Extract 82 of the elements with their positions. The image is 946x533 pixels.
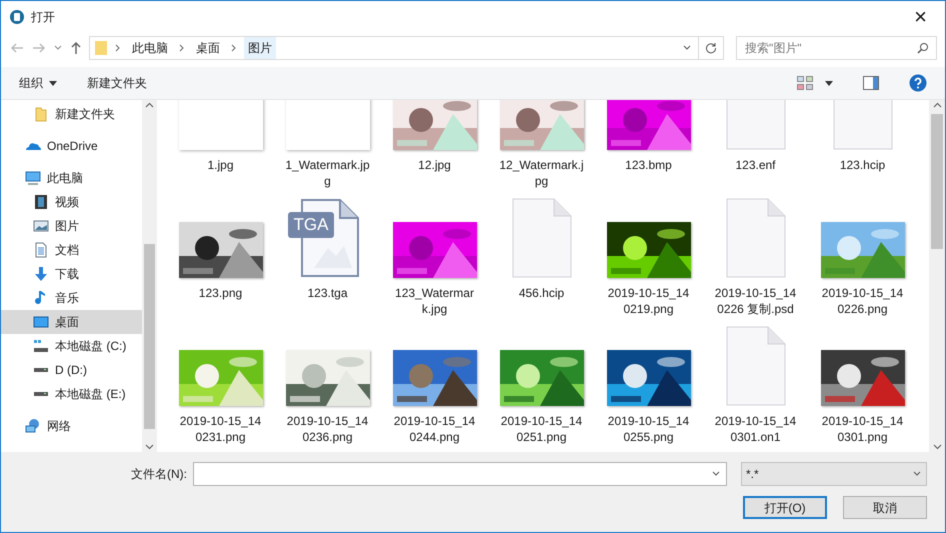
file-name[interactable]: 1_Watermark.jpg bbox=[284, 157, 370, 189]
drive-icon bbox=[33, 391, 49, 397]
scrollbar[interactable] bbox=[142, 100, 157, 452]
sidebar-item[interactable]: 音乐 bbox=[1, 286, 142, 310]
file-name[interactable]: 123_Watermark.jpg bbox=[392, 285, 478, 317]
app-icon bbox=[9, 9, 25, 25]
file-name[interactable]: 2019-10-15_140244.png bbox=[392, 413, 478, 445]
sidebar-item[interactable]: 桌面 bbox=[1, 310, 142, 334]
cancel-button[interactable]: 取消 bbox=[843, 496, 927, 519]
down-arrow-icon bbox=[33, 266, 49, 282]
chevron-right-icon bbox=[114, 44, 122, 52]
file-name[interactable]: 2019-10-15_140226 复制.psd bbox=[712, 285, 798, 317]
search-field[interactable]: 搜索"图片" bbox=[736, 36, 937, 60]
help-icon[interactable] bbox=[909, 74, 927, 92]
sidebar-item[interactable]: 文档 bbox=[1, 238, 142, 262]
file-name[interactable]: 12.jpg bbox=[392, 157, 478, 173]
sidebar-item[interactable]: 本地磁盘 (E:) bbox=[1, 382, 142, 406]
view-options-icon[interactable] bbox=[797, 76, 813, 90]
document-icon bbox=[512, 198, 572, 278]
file-name[interactable]: 2019-10-15_140219.png bbox=[606, 285, 692, 317]
desktop-icon bbox=[33, 314, 49, 330]
file-name[interactable]: 123.png bbox=[178, 285, 264, 301]
sidebar-item[interactable]: 视频 bbox=[1, 190, 142, 214]
filename-field[interactable] bbox=[193, 462, 727, 486]
document-icon bbox=[33, 242, 49, 258]
sidebar-item[interactable]: 此电脑 bbox=[1, 166, 142, 190]
file-name[interactable]: 123.tga bbox=[284, 285, 370, 301]
file-type-badge: TGA bbox=[288, 212, 334, 238]
file-name[interactable]: 2019-10-15_140231.png bbox=[178, 413, 264, 445]
address-bar[interactable]: 此电脑 桌面 图片 bbox=[89, 36, 724, 60]
chevron-down-icon[interactable] bbox=[932, 444, 942, 450]
chevron-up-icon[interactable] bbox=[145, 102, 154, 108]
file-name[interactable]: 2019-10-15_140226.png bbox=[820, 285, 906, 317]
file-name[interactable]: 2019-10-15_140255.png bbox=[606, 413, 692, 445]
filename-label: 文件名(N): bbox=[131, 466, 187, 483]
file-name[interactable]: 2019-10-15_140251.png bbox=[498, 413, 584, 445]
caret-icon[interactable] bbox=[825, 80, 833, 86]
sidebar-item[interactable]: OneDrive bbox=[1, 134, 142, 158]
monitor-icon bbox=[25, 170, 41, 186]
file-name[interactable]: 456.hcip bbox=[498, 285, 584, 301]
folder-icon bbox=[94, 40, 108, 56]
sidebar-item[interactable]: 图片 bbox=[1, 214, 142, 238]
sidebar-item[interactable]: 下载 bbox=[1, 262, 142, 286]
file-name[interactable]: 1.jpg bbox=[178, 157, 264, 173]
file-name[interactable]: 2019-10-15_140301.on1 bbox=[712, 413, 798, 445]
close-button[interactable]: × bbox=[904, 6, 937, 28]
file-name[interactable]: 2019-10-15_140236.png bbox=[284, 413, 370, 445]
file-name[interactable]: 123.enf bbox=[712, 157, 798, 173]
breadcrumb[interactable]: 此电脑 bbox=[128, 37, 172, 59]
breadcrumb[interactable]: 桌面 bbox=[192, 37, 224, 59]
breadcrumb[interactable]: 图片 bbox=[244, 37, 276, 59]
chevron-down-icon[interactable] bbox=[145, 444, 154, 450]
chevron-up-icon[interactable] bbox=[932, 102, 942, 108]
file-name[interactable]: 123.bmp bbox=[606, 157, 692, 173]
drive-icon bbox=[33, 367, 49, 373]
caret-icon bbox=[49, 80, 57, 86]
file-name[interactable]: 2019-10-15_140301.png bbox=[820, 413, 906, 445]
window-title: 打开 bbox=[31, 9, 55, 26]
up-arrow-icon[interactable] bbox=[69, 40, 83, 56]
refresh-icon[interactable] bbox=[705, 42, 717, 54]
sidebar-item[interactable]: D (D:) bbox=[1, 358, 142, 382]
file-type-dropdown[interactable]: *.* bbox=[741, 462, 927, 486]
file-name[interactable]: 12_Watermark.jpg bbox=[498, 157, 584, 189]
folder-icon bbox=[33, 106, 49, 122]
sidebar-item[interactable]: 本地磁盘 (C:) bbox=[1, 334, 142, 358]
document-icon bbox=[726, 326, 786, 406]
chevron-right-icon bbox=[230, 44, 238, 52]
sidebar-item[interactable]: 新建文件夹 bbox=[1, 102, 142, 126]
search-icon bbox=[917, 42, 929, 54]
open-button[interactable]: 打开(O) bbox=[743, 496, 827, 519]
file-name[interactable]: 123.hcip bbox=[820, 157, 906, 173]
image-icon bbox=[33, 218, 49, 234]
organize-menu[interactable]: 组织 bbox=[19, 74, 57, 92]
scrollbar[interactable] bbox=[929, 100, 945, 452]
chevron-right-icon bbox=[178, 44, 186, 52]
sidebar-item[interactable]: 网络 bbox=[1, 414, 142, 438]
document-icon bbox=[726, 198, 786, 278]
network-icon bbox=[25, 418, 41, 434]
film-icon bbox=[33, 194, 49, 210]
new-folder-button[interactable]: 新建文件夹 bbox=[87, 74, 147, 92]
system-drive-icon bbox=[33, 338, 49, 354]
preview-pane-icon[interactable] bbox=[863, 76, 879, 90]
